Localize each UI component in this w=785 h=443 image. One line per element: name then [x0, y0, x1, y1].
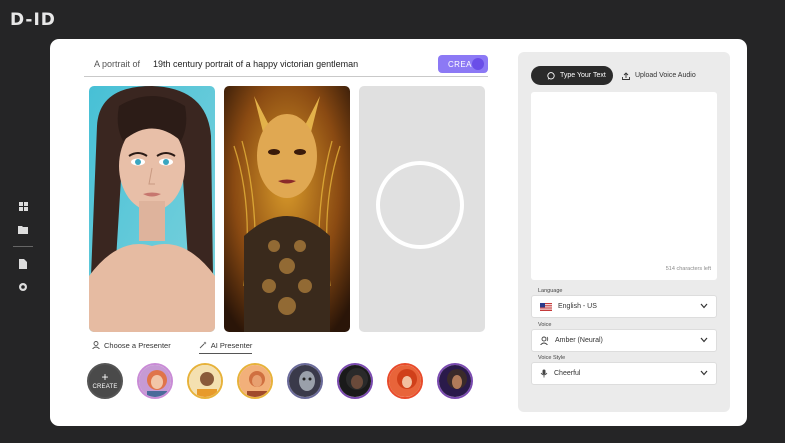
sparkle-icon	[199, 341, 207, 349]
avatar-option[interactable]	[287, 363, 323, 399]
avatar-option[interactable]	[137, 363, 173, 399]
script-textarea[interactable]: 514 characters left	[531, 92, 717, 280]
folder-icon[interactable]	[12, 218, 34, 240]
settings-icon[interactable]	[12, 276, 34, 298]
sidebar-divider	[13, 246, 33, 247]
tab-choose-presenter[interactable]: Choose a Presenter	[92, 338, 171, 352]
prompt-bar: A portrait of CREA	[84, 52, 488, 77]
language-select[interactable]: English - US	[531, 295, 717, 318]
chevron-down-icon	[700, 303, 708, 309]
chat-icon	[547, 71, 555, 80]
language-value: English - US	[558, 303, 597, 310]
tab-type-your-text[interactable]: Type Your Text	[531, 66, 613, 85]
voice-person-icon	[540, 336, 549, 345]
document-icon[interactable]	[12, 253, 34, 275]
tab-choose-presenter-label: Choose a Presenter	[104, 340, 171, 350]
portrait-placeholder	[359, 86, 485, 332]
create-avatar-label: CREATE	[92, 384, 118, 390]
voice-style-label: Voice Style	[538, 355, 566, 361]
character-count: 514 characters left	[665, 266, 711, 272]
prompt-input[interactable]	[153, 59, 424, 69]
chevron-down-icon	[700, 337, 708, 343]
voice-style-select[interactable]: Cheerful	[531, 362, 717, 385]
microphone-icon	[540, 369, 548, 378]
create-button-label: CREA	[448, 59, 472, 69]
voice-select[interactable]: Amber (Neural)	[531, 329, 717, 352]
tab-ai-presenter[interactable]: AI Presenter	[198, 338, 253, 354]
avatar-option[interactable]	[187, 363, 223, 399]
main-card: A portrait of CREA	[50, 39, 747, 426]
voice-style-value: Cheerful	[554, 370, 581, 377]
avatar-option[interactable]	[237, 363, 273, 399]
create-avatar-button[interactable]: + CREATE	[87, 363, 123, 399]
tab-ai-presenter-label: AI Presenter	[210, 340, 253, 350]
language-label: Language	[538, 288, 563, 294]
d-id-logo[interactable]: D-ID	[10, 10, 56, 30]
voice-value: Amber (Neural)	[555, 337, 603, 344]
generated-portrait-2[interactable]	[224, 86, 350, 332]
tab-upload-voice-audio[interactable]: Upload Voice Audio	[613, 66, 708, 85]
avatar-option[interactable]	[437, 363, 473, 399]
upload-icon	[622, 71, 630, 80]
create-toggle-knob	[472, 58, 484, 70]
avatar-option[interactable]	[387, 363, 423, 399]
tab-type-your-text-label: Type Your Text	[560, 72, 606, 79]
avatar-option[interactable]	[337, 363, 373, 399]
create-button[interactable]: CREA	[438, 55, 488, 73]
script-panel: Type Your Text Upload Voice Audio 514 ch…	[518, 52, 730, 412]
loading-spinner-icon	[376, 161, 464, 249]
chevron-down-icon	[700, 370, 708, 376]
prompt-label: A portrait of	[94, 59, 141, 69]
plus-icon: +	[101, 370, 109, 384]
person-icon	[92, 341, 100, 349]
grid-icon[interactable]	[12, 195, 34, 217]
avatar-row: + CREATE	[87, 363, 487, 399]
voice-label: Voice	[538, 322, 552, 328]
logo-text: D-ID	[10, 10, 56, 30]
tab-upload-voice-audio-label: Upload Voice Audio	[635, 72, 696, 79]
script-mode-tabs: Type Your Text Upload Voice Audio	[531, 66, 708, 85]
us-flag-icon	[540, 302, 552, 311]
generated-portrait-1[interactable]	[89, 86, 215, 332]
presenter-tabs: Choose a Presenter AI Presenter	[92, 338, 253, 354]
sidebar	[12, 195, 34, 299]
